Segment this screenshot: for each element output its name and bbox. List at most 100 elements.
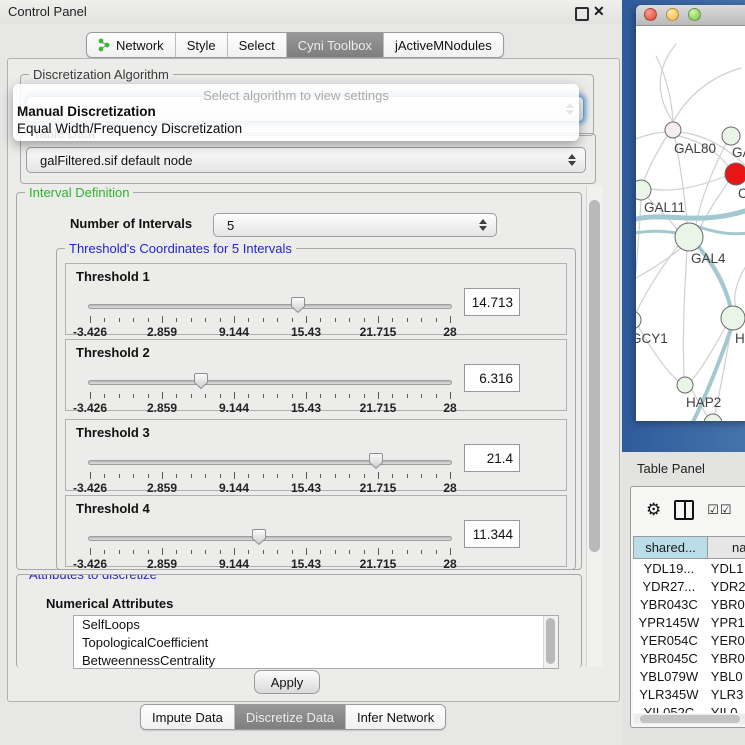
slider-tick: [148, 318, 149, 322]
close-traffic-light[interactable]: [644, 8, 657, 21]
network-edge[interactable]: [660, 44, 676, 122]
network-edge[interactable]: [683, 251, 687, 377]
slider-tick: [450, 472, 451, 479]
slider-tick: [104, 474, 105, 478]
panel-scrollbar-thumb[interactable]: [589, 200, 600, 552]
network-node[interactable]: [721, 306, 745, 330]
tab-cyni-toolbox[interactable]: Cyni Toolbox: [286, 33, 383, 57]
maximize-traffic-light[interactable]: [688, 8, 701, 21]
checkboxes-icon[interactable]: ☑☑: [707, 502, 732, 518]
network-node[interactable]: [722, 127, 740, 145]
float-window-icon[interactable]: [575, 7, 589, 21]
table-data-combobox[interactable]: galFiltered.sif default node: [26, 147, 586, 173]
tab-discretize-data[interactable]: Discretize Data: [234, 705, 345, 729]
network-edge[interactable]: [644, 136, 667, 181]
slider-tick: [349, 550, 350, 554]
table-hscrollbar-thumb[interactable]: [640, 715, 740, 723]
columns-icon[interactable]: [674, 500, 694, 520]
network-edge[interactable]: [673, 68, 741, 122]
dropdown-option-manual[interactable]: Manual Discretization: [17, 104, 156, 119]
table-row[interactable]: YDR27...YDR2: [633, 577, 745, 595]
column-header-name[interactable]: na: [708, 536, 745, 559]
threshold-label: Threshold 3: [76, 425, 150, 440]
network-edge[interactable]: [636, 231, 676, 234]
slider-track[interactable]: [88, 536, 452, 541]
column-header-shared-name[interactable]: shared...: [633, 536, 708, 559]
gear-icon[interactable]: ⚙: [646, 500, 661, 520]
table-row[interactable]: YER054CYER0: [633, 631, 745, 649]
table-hscrollbar[interactable]: [634, 714, 745, 724]
tab-impute-data[interactable]: Impute Data: [141, 705, 234, 729]
network-node[interactable]: [675, 223, 703, 251]
threshold-slider[interactable]: -3.4262.8599.14415.4321.71528: [88, 454, 452, 490]
table-row[interactable]: YLR345WYLR3: [633, 685, 745, 703]
network-edge[interactable]: [651, 176, 726, 190]
tab-select[interactable]: Select: [227, 33, 286, 57]
slider-tick: [148, 394, 149, 398]
table-row[interactable]: YIL052CYIL0: [633, 703, 745, 713]
network-node[interactable]: [677, 377, 693, 393]
tab-jactivemnodules[interactable]: jActiveMNodules: [383, 33, 503, 57]
threshold-value-field[interactable]: 14.713: [464, 288, 520, 316]
slider-tick: [234, 392, 235, 399]
slider-tick: [436, 474, 437, 478]
slider-tick: [364, 394, 365, 398]
slider-handle[interactable]: [368, 452, 384, 470]
control-panel-header: [0, 0, 622, 24]
threshold-slider[interactable]: -3.4262.8599.14415.4321.71528: [88, 374, 452, 410]
tab-style[interactable]: Style: [175, 33, 227, 57]
network-window: GAL80GACGAL11GAL4GCY1HHAP2: [636, 5, 745, 421]
threshold-slider[interactable]: -3.4262.8599.14415.4321.71528: [88, 298, 452, 334]
threshold-panel-1: Threshold 1 -3.4262.8599.14415.4321.71528…: [65, 263, 567, 335]
network-node-label: GAL11: [644, 200, 685, 215]
slider-track[interactable]: [88, 460, 452, 465]
slider-track[interactable]: [88, 380, 452, 385]
attributes-scrollbar-thumb[interactable]: [546, 618, 555, 664]
slider-handle[interactable]: [290, 296, 306, 314]
numerical-attributes-list[interactable]: SelfLoopsTopologicalCoefficientBetweenne…: [73, 615, 559, 669]
slider-tick: [364, 474, 365, 478]
table-row[interactable]: YPR145WYPR1: [633, 613, 745, 631]
threshold-label: Threshold 1: [76, 269, 150, 284]
network-node[interactable]: [665, 122, 681, 138]
network-edge[interactable]: [700, 181, 729, 228]
network-canvas[interactable]: GAL80GACGAL11GAL4GCY1HHAP2: [636, 26, 745, 421]
slider-tick: [90, 316, 91, 323]
tab-network[interactable]: Network: [87, 33, 175, 57]
attribute-item[interactable]: SelfLoops: [74, 616, 558, 634]
slider-tick: [292, 394, 293, 398]
attribute-item[interactable]: TopologicalCoefficient: [74, 634, 558, 652]
attributes-list-scrollbar[interactable]: [543, 616, 558, 668]
threshold-value-field[interactable]: 11.344: [464, 520, 520, 548]
network-edge[interactable]: [656, 56, 673, 122]
threshold-value-field[interactable]: 6.316: [464, 364, 520, 392]
table-row[interactable]: YBR043CYBR0: [633, 595, 745, 613]
network-edge[interactable]: [735, 266, 745, 308]
close-icon[interactable]: ✕: [593, 3, 605, 20]
apply-button[interactable]: Apply: [254, 670, 320, 694]
minimize-traffic-light[interactable]: [666, 8, 679, 21]
slider-tick: [104, 394, 105, 398]
table-row[interactable]: YBL079WYBL0: [633, 667, 745, 685]
network-node[interactable]: [636, 180, 651, 200]
tab-infer-network[interactable]: Infer Network: [345, 705, 445, 729]
network-node[interactable]: [636, 311, 641, 329]
slider-handle[interactable]: [193, 372, 209, 390]
threshold-slider[interactable]: -3.4262.8599.14415.4321.71528: [88, 530, 452, 566]
slider-tick: [335, 318, 336, 322]
network-node[interactable]: [725, 163, 745, 185]
threshold-value-field[interactable]: 21.4: [464, 444, 520, 472]
slider-track[interactable]: [88, 304, 452, 309]
table-row[interactable]: YDL19...YDL1: [633, 559, 745, 577]
dropdown-option-equal-width[interactable]: Equal Width/Frequency Discretization: [17, 121, 242, 136]
panel-scrollbar[interactable]: [586, 186, 603, 667]
attribute-item[interactable]: BetweennessCentrality: [74, 652, 558, 669]
slider-scale-label: 9.144: [219, 481, 249, 495]
table-row[interactable]: YBR045CYBR0: [633, 649, 745, 667]
num-intervals-combobox[interactable]: 5: [213, 213, 497, 237]
network-edge[interactable]: [696, 144, 726, 224]
network-edge[interactable]: [636, 248, 681, 281]
network-window-titlebar[interactable]: [636, 5, 745, 26]
cell-name: YLR3: [705, 685, 745, 703]
slider-handle[interactable]: [251, 528, 267, 546]
